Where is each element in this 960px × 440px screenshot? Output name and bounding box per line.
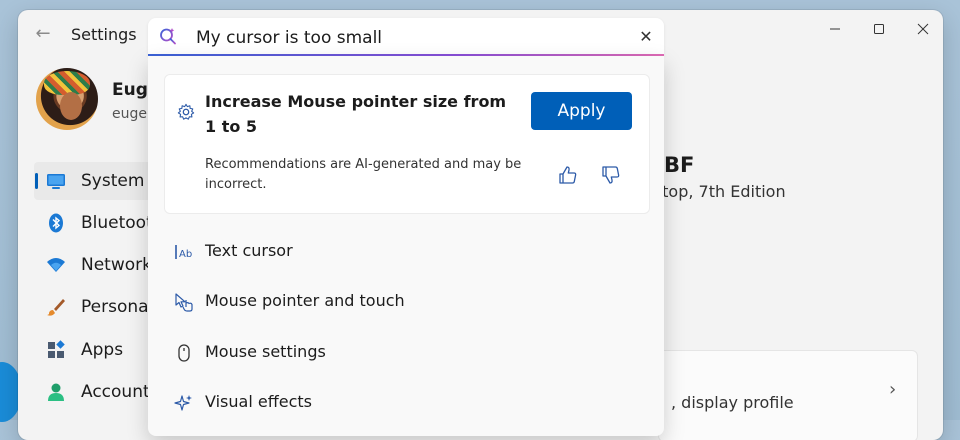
sparkle-icon [174,395,192,411]
text-cursor-icon: Ab [175,245,192,260]
monitor-icon [47,174,65,189]
apps-icon [48,340,65,358]
clear-search-icon[interactable]: ✕ [636,27,656,47]
ai-search-icon [160,28,176,45]
result-label: Visual effects [205,392,312,411]
thumbs-down-icon[interactable] [601,165,621,185]
pointer-touch-icon [175,293,193,312]
app-title: Settings [71,25,137,44]
close-window-button[interactable] [900,16,943,42]
device-model: ptop, 7th Edition [652,182,786,201]
gear-icon [177,103,195,120]
brush-icon [47,299,65,316]
suggestion-title: Increase Mouse pointer size from 1 to 5 [205,92,507,136]
sidebar-item-apps[interactable]: Apps [34,331,164,369]
card-label: , display profile [671,393,794,412]
minimize-button[interactable] [812,16,858,42]
sidebar-item-network[interactable]: Network [34,246,164,284]
sidebar-item-label: System [81,171,145,191]
sidebar-item-accounts[interactable]: Account [34,373,164,411]
result-mouse-pointer-touch[interactable]: Mouse pointer and touch [148,282,664,322]
avatar-headwrap [44,71,90,95]
sidebar-item-label: Apps [81,340,124,360]
thumbs-up-icon[interactable] [558,165,578,185]
settings-search-box[interactable]: ✕ [148,18,664,56]
avatar[interactable] [36,68,98,130]
mouse-icon [178,344,190,362]
result-label: Text cursor [205,241,293,260]
selection-indicator [35,173,38,189]
apply-button[interactable]: Apply [531,92,632,130]
user-email: euge [112,106,147,122]
avatar-face [60,92,82,120]
back-arrow-icon[interactable]: ← [32,23,54,45]
close-icon [917,23,929,35]
result-visual-effects[interactable]: Visual effects [148,383,664,423]
sidebar-item-label: Personal [81,297,154,317]
device-name: BF [664,153,695,177]
person-icon [48,383,64,401]
result-mouse-settings[interactable]: Mouse settings [148,333,664,373]
bluetooth-icon [49,213,63,233]
ai-suggestion-card: Increase Mouse pointer size from 1 to 5 … [164,74,650,214]
result-label: Mouse pointer and touch [205,291,405,310]
sidebar-item-system[interactable]: System [34,162,164,200]
sidebar-item-bluetooth[interactable]: Bluetoot [34,204,164,242]
maximize-icon [874,24,884,34]
ai-disclaimer: Recommendations are AI-generated and may… [205,157,522,192]
sidebar-item-label: Bluetoot [81,213,153,233]
maximize-button[interactable] [856,16,902,42]
minimize-icon [830,28,840,30]
result-text-cursor[interactable]: Ab Text cursor [148,232,664,272]
sidebar-item-label: Network [81,255,152,275]
wifi-icon [47,258,65,272]
display-settings-card[interactable]: , display profile › [658,350,918,440]
search-input[interactable] [194,24,618,52]
search-results-dropdown: Increase Mouse pointer size from 1 to 5 … [148,56,664,436]
result-label: Mouse settings [205,342,326,361]
svg-text:Ab: Ab [179,249,192,260]
chevron-right-icon: › [889,379,897,400]
sidebar-item-personalization[interactable]: Personal [34,288,164,326]
sidebar-item-label: Account [81,382,150,402]
